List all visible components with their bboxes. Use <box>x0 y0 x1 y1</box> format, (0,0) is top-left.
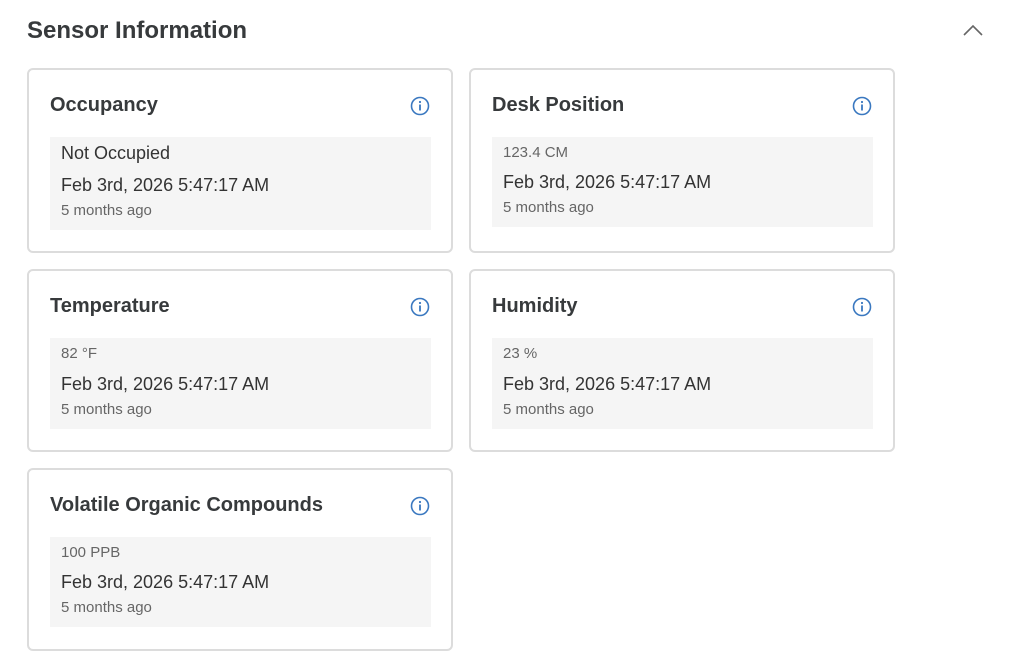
reading-value: 123.4 CM <box>503 144 569 161</box>
info-icon <box>852 297 872 317</box>
info-button[interactable] <box>851 296 873 318</box>
reading-value: 100 PPB <box>61 544 121 561</box>
sensor-card-humidity: Humidity 23 % Feb 3rd, 2026 5:47:17 AM 5… <box>469 269 895 452</box>
info-button[interactable] <box>409 95 431 117</box>
reading-panel: 123.4 CM Feb 3rd, 2026 5:47:17 AM 5 mont… <box>492 137 873 227</box>
reading-value: Not Occupied <box>61 143 171 163</box>
section-title: Sensor Information <box>27 17 248 44</box>
card-title: Volatile Organic Compounds <box>50 494 323 516</box>
sensor-card-occupancy: Occupancy Not Occupied Feb 3rd, 2026 5:4… <box>27 68 453 253</box>
info-icon <box>410 96 430 116</box>
reading-timestamp: Feb 3rd, 2026 5:47:17 AM <box>503 374 712 394</box>
sensor-information-section: Sensor Information Occupancy Not Occupie… <box>0 0 1018 664</box>
chevron-up-icon <box>963 24 983 36</box>
info-button[interactable] <box>409 296 431 318</box>
reading-timestamp: Feb 3rd, 2026 5:47:17 AM <box>61 572 270 592</box>
reading-relative-time: 5 months ago <box>61 202 152 219</box>
sensor-card-temperature: Temperature 82 °F Feb 3rd, 2026 5:47:17 … <box>27 269 453 452</box>
card-title: Desk Position <box>492 94 625 116</box>
sensor-card-desk-position: Desk Position 123.4 CM Feb 3rd, 2026 5:4… <box>469 68 895 253</box>
reading-panel: Not Occupied Feb 3rd, 2026 5:47:17 AM 5 … <box>50 137 431 230</box>
reading-relative-time: 5 months ago <box>61 401 152 418</box>
reading-value: 23 % <box>503 345 538 362</box>
reading-relative-time: 5 months ago <box>61 599 152 616</box>
info-icon <box>852 96 872 116</box>
reading-panel: 23 % Feb 3rd, 2026 5:47:17 AM 5 months a… <box>492 338 873 429</box>
info-icon <box>410 297 430 317</box>
info-icon <box>410 496 430 516</box>
reading-timestamp: Feb 3rd, 2026 5:47:17 AM <box>61 175 270 195</box>
info-button[interactable] <box>409 495 431 517</box>
reading-timestamp: Feb 3rd, 2026 5:47:17 AM <box>503 172 712 192</box>
reading-value: 82 °F <box>61 345 98 362</box>
card-title: Humidity <box>492 295 578 317</box>
collapse-button[interactable] <box>958 16 988 44</box>
info-button[interactable] <box>851 95 873 117</box>
card-title: Temperature <box>50 295 170 317</box>
reading-relative-time: 5 months ago <box>503 401 594 418</box>
reading-panel: 82 °F Feb 3rd, 2026 5:47:17 AM 5 months … <box>50 338 431 429</box>
reading-timestamp: Feb 3rd, 2026 5:47:17 AM <box>61 374 270 394</box>
reading-panel: 100 PPB Feb 3rd, 2026 5:47:17 AM 5 month… <box>50 537 431 627</box>
sensor-card-voc: Volatile Organic Compounds 100 PPB Feb 3… <box>27 468 453 651</box>
card-title: Occupancy <box>50 94 158 116</box>
reading-relative-time: 5 months ago <box>503 199 594 216</box>
